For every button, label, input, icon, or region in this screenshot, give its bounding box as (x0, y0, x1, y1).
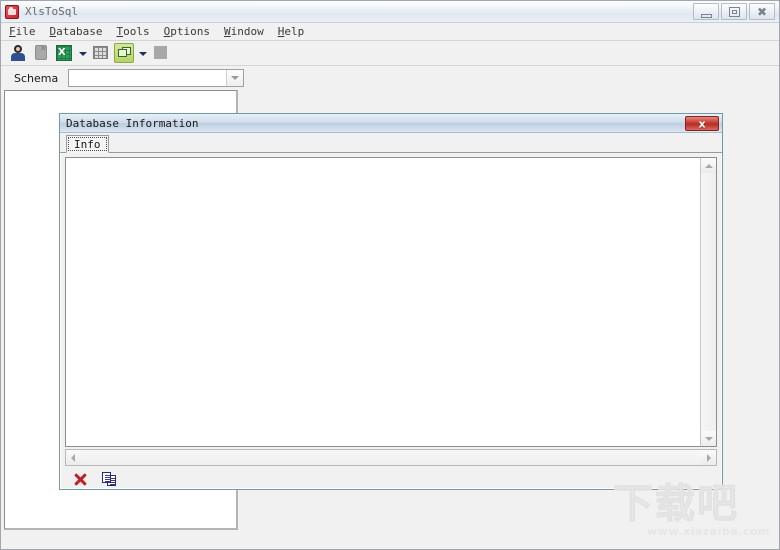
menu-database-rest: atabase (56, 25, 103, 38)
menu-window-rest: indow (230, 25, 264, 38)
menu-item-options[interactable]: Options (164, 25, 210, 38)
info-text-pane (65, 157, 717, 447)
menu-help-rest: elp (284, 25, 305, 38)
dialog-close-icon: x (698, 117, 706, 130)
maximize-icon (729, 7, 740, 17)
database-information-window: Database Information x Info (59, 113, 723, 490)
minimize-button[interactable] (693, 3, 719, 20)
dialog-title-bar: Database Information x (60, 114, 722, 133)
triangle-left-icon[interactable] (66, 450, 81, 465)
maximize-button[interactable] (721, 3, 747, 20)
table-grid-icon[interactable] (91, 43, 111, 63)
horizontal-scrollbar[interactable] (65, 449, 717, 466)
menu-window-accel: W (223, 25, 231, 38)
connect-user-icon[interactable] (8, 43, 28, 63)
triangle-down-icon[interactable] (701, 431, 716, 446)
menu-file-accel: F (9, 25, 16, 38)
menu-file-rest: ile (15, 25, 36, 38)
window-title: XlsToSql (25, 5, 78, 18)
menu-options-rest: ptions (170, 25, 210, 38)
menu-item-tools[interactable]: Tools (116, 25, 149, 38)
close-icon: ✖ (756, 4, 768, 19)
dialog-button-bar (62, 470, 720, 488)
excel-sheet-icon[interactable]: X (54, 43, 74, 63)
triangle-right-icon[interactable] (701, 450, 716, 465)
triangle-up-icon[interactable] (701, 158, 716, 173)
disconnect-db-icon[interactable]: ✕ (31, 43, 51, 63)
horizontal-scroll-track[interactable] (81, 450, 701, 465)
close-dialog-icon[interactable] (70, 470, 92, 488)
stop-square-icon[interactable] (151, 43, 171, 63)
schema-combobox[interactable] (68, 69, 245, 87)
menu-bar: File Database Tools Options Window Help (1, 23, 779, 41)
window-dropdown-icon[interactable] (137, 43, 148, 63)
application-window: XlsToSql ✖ File Database Tools Options W… (0, 0, 780, 550)
menu-tools-rest: ools (123, 25, 150, 38)
menu-item-database[interactable]: Database (50, 25, 103, 38)
chevron-down-icon[interactable] (226, 70, 244, 86)
minimize-icon (701, 14, 712, 18)
close-button[interactable]: ✖ (749, 3, 775, 20)
dialog-close-button[interactable]: x (685, 116, 719, 131)
bottom-strip (1, 543, 779, 549)
excel-dropdown-icon[interactable] (77, 43, 88, 63)
schema-label: Schema (14, 71, 59, 85)
app-logo-icon (4, 4, 20, 20)
vertical-scroll-track[interactable] (701, 173, 716, 431)
vertical-scrollbar[interactable] (700, 158, 716, 446)
menu-item-help[interactable]: Help (278, 25, 305, 38)
copy-icon[interactable] (100, 470, 122, 488)
tab-info[interactable]: Info (66, 135, 109, 153)
toolbar: ✕ X (1, 41, 779, 66)
window-controls: ✖ (691, 3, 775, 20)
menu-item-window[interactable]: Window (224, 25, 264, 38)
dialog-title: Database Information (66, 116, 199, 130)
mdi-client-area: Database Information x Info www.xiazaiba… (1, 90, 779, 543)
info-text-content[interactable] (66, 158, 700, 446)
menu-item-file[interactable]: File (9, 25, 36, 38)
dialog-tab-strip: Info (60, 133, 722, 153)
green-window-icon[interactable] (114, 43, 134, 63)
schema-row: Schema (1, 66, 779, 90)
title-bar: XlsToSql ✖ (1, 1, 779, 23)
